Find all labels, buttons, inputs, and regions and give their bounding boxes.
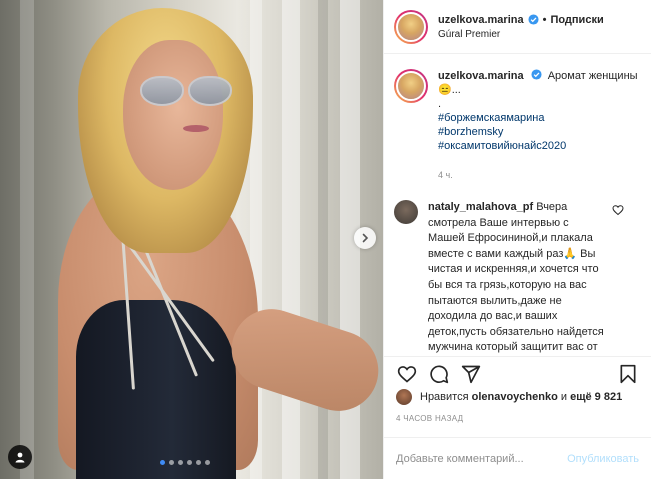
comments-section[interactable]: uzelkova.marina Аромат женщины😑... . #бо… bbox=[384, 55, 651, 356]
user-tag-button[interactable] bbox=[8, 445, 32, 469]
caption: uzelkova.marina Аромат женщины😑... . #бо… bbox=[394, 69, 641, 182]
author-username[interactable]: uzelkova.marina bbox=[438, 14, 524, 26]
comment-like-icon[interactable] bbox=[612, 204, 624, 216]
bookmark-icon bbox=[620, 364, 636, 383]
comment-text: Вчера смотрела Ваше интервью с Машей Ефр… bbox=[428, 201, 604, 354]
carousel-dot bbox=[187, 460, 192, 465]
person-face bbox=[123, 40, 223, 190]
publish-comment-button[interactable]: Опубликовать bbox=[567, 453, 639, 465]
comment-item: nataly_malahova_pf Вчера смотрела Ваше и… bbox=[394, 200, 641, 356]
post-header: uzelkova.marina • Подписки Gúral Premier bbox=[384, 0, 651, 54]
user-tag-icon bbox=[15, 452, 25, 463]
share-button[interactable] bbox=[460, 363, 482, 385]
like-button[interactable] bbox=[396, 363, 418, 385]
carousel-dot bbox=[169, 460, 174, 465]
comment-button[interactable] bbox=[428, 363, 450, 385]
post-time-ago[interactable]: 4 ЧАСОВ НАЗАД bbox=[396, 414, 463, 423]
carousel-dot bbox=[178, 460, 183, 465]
carousel-dot bbox=[205, 460, 210, 465]
carousel-dot bbox=[196, 460, 201, 465]
author-avatar[interactable] bbox=[394, 9, 428, 44]
save-button[interactable] bbox=[617, 363, 639, 385]
post-location[interactable]: Gúral Premier bbox=[438, 29, 604, 40]
header-separator: • bbox=[542, 13, 547, 26]
comment-bubble-icon bbox=[430, 365, 449, 383]
sunglasses-lens bbox=[188, 76, 232, 106]
liker-username[interactable]: olenavoychenko bbox=[472, 391, 558, 403]
post-side-panel: uzelkova.marina • Подписки Gúral Premier… bbox=[383, 0, 651, 479]
verified-badge-icon bbox=[528, 14, 539, 25]
likes-count-link[interactable]: ещё 9 821 bbox=[570, 391, 622, 403]
hashtag-link[interactable]: #оксамитовийюнайс2020 bbox=[438, 139, 638, 153]
curtain-fold bbox=[282, 0, 300, 479]
commenter-username[interactable]: nataly_malahova_pf bbox=[428, 201, 533, 213]
following-button[interactable]: Подписки bbox=[550, 14, 603, 26]
commenter-avatar[interactable] bbox=[394, 200, 418, 224]
caption-dot: . bbox=[438, 98, 442, 110]
post-actions-bar bbox=[384, 356, 651, 390]
comment-input[interactable] bbox=[396, 452, 568, 465]
carousel-next-button[interactable] bbox=[354, 227, 376, 249]
curtain-fold bbox=[20, 0, 34, 479]
sunglasses-lens bbox=[140, 76, 184, 106]
post-photo[interactable] bbox=[0, 0, 383, 479]
carousel-dot bbox=[160, 460, 165, 465]
verified-badge-icon bbox=[531, 69, 542, 80]
likes-prefix: Нравится bbox=[420, 391, 469, 403]
paper-plane-icon bbox=[461, 365, 481, 383]
heart-icon bbox=[397, 365, 417, 383]
carousel-dots bbox=[160, 460, 210, 465]
hashtag-link[interactable]: #borzhemsky bbox=[438, 125, 638, 139]
caption-username[interactable]: uzelkova.marina bbox=[438, 70, 524, 82]
hashtag-link[interactable]: #боржемскаямарина bbox=[438, 111, 638, 125]
person-lips bbox=[183, 125, 209, 132]
likes-conjunction: и bbox=[560, 391, 568, 403]
caption-avatar[interactable] bbox=[394, 69, 428, 103]
chevron-right-icon bbox=[362, 233, 369, 243]
add-comment-form: Опубликовать bbox=[384, 437, 651, 479]
caption-timestamp[interactable]: 4 ч. bbox=[438, 168, 638, 182]
person-swimsuit bbox=[76, 300, 236, 479]
liker-avatar[interactable] bbox=[396, 389, 412, 405]
likes-summary: Нравится olenavoychenko и ещё 9 821 bbox=[396, 389, 622, 405]
